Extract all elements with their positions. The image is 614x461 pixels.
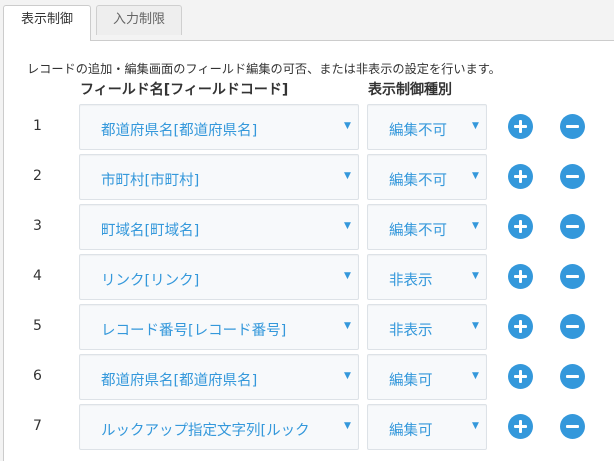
control-type-select[interactable]: 編集可 ▼ xyxy=(367,354,487,400)
add-row-button[interactable] xyxy=(508,264,533,289)
control-type-select[interactable]: 非表示 ▼ xyxy=(367,304,487,350)
row-number: 2 xyxy=(33,168,42,184)
control-type-select[interactable]: 編集不可 ▼ xyxy=(367,204,487,250)
field-select[interactable]: 市町村[市町村] ▼ xyxy=(79,154,359,200)
settings-row: 2 市町村[市町村] ▼ 編集不可 ▼ xyxy=(0,153,614,203)
add-row-button[interactable] xyxy=(508,314,533,339)
field-select[interactable]: リンク[リンク] ▼ xyxy=(79,254,359,300)
add-row-button[interactable] xyxy=(508,364,533,389)
row-number: 1 xyxy=(33,118,42,134)
field-select-value: 市町村[市町村] xyxy=(101,173,200,189)
add-row-button[interactable] xyxy=(508,114,533,139)
tab-bar: 表示制御 入力制限 xyxy=(0,0,614,41)
control-type-select[interactable]: 編集不可 ▼ xyxy=(367,154,487,200)
control-type-value: 非表示 xyxy=(389,273,433,289)
remove-row-button[interactable] xyxy=(560,214,585,239)
caret-down-icon: ▼ xyxy=(344,221,351,231)
field-select[interactable]: ルックアップ指定文字列[ルック ▼ xyxy=(79,404,359,450)
settings-row: 1 都道府県名[都道府県名] ▼ 編集不可 ▼ xyxy=(0,103,614,153)
field-select[interactable]: 都道府県名[都道府県名] ▼ xyxy=(79,104,359,150)
field-select[interactable]: レコード番号[レコード番号] ▼ xyxy=(79,304,359,350)
caret-down-icon: ▼ xyxy=(472,421,479,431)
row-number: 7 xyxy=(33,418,42,434)
field-column-header: フィールド名[フィールドコード] xyxy=(80,82,289,98)
remove-row-button[interactable] xyxy=(560,114,585,139)
caret-down-icon: ▼ xyxy=(472,221,479,231)
control-type-value: 編集可 xyxy=(389,373,433,389)
caret-down-icon: ▼ xyxy=(344,171,351,181)
field-select-value: 都道府県名[都道府県名] xyxy=(101,373,258,389)
caret-down-icon: ▼ xyxy=(344,371,351,381)
field-select-value: リンク[リンク] xyxy=(101,273,200,289)
remove-row-button[interactable] xyxy=(560,414,585,439)
settings-row: 4 リンク[リンク] ▼ 非表示 ▼ xyxy=(0,253,614,303)
remove-row-button[interactable] xyxy=(560,264,585,289)
field-select-value: ルックアップ指定文字列[ルック xyxy=(101,423,310,439)
tab-display-control[interactable]: 表示制御 xyxy=(3,5,91,41)
instruction-text: レコードの追加・編集画面のフィールド編集の可否、または非表示の設定を行います。 xyxy=(27,62,501,76)
control-type-value: 編集不可 xyxy=(389,123,447,139)
field-select[interactable]: 都道府県名[都道府県名] ▼ xyxy=(79,354,359,400)
row-number: 6 xyxy=(33,368,42,384)
control-type-value: 非表示 xyxy=(389,323,433,339)
field-select[interactable]: 町域名[町域名] ▼ xyxy=(79,204,359,250)
row-number: 4 xyxy=(33,268,42,284)
control-type-select[interactable]: 非表示 ▼ xyxy=(367,254,487,300)
settings-row: 5 レコード番号[レコード番号] ▼ 非表示 ▼ xyxy=(0,303,614,353)
field-select-value: 町域名[町域名] xyxy=(101,223,200,239)
control-type-value: 編集不可 xyxy=(389,223,447,239)
caret-down-icon: ▼ xyxy=(472,321,479,331)
control-type-value: 編集不可 xyxy=(389,173,447,189)
caret-down-icon: ▼ xyxy=(344,321,351,331)
remove-row-button[interactable] xyxy=(560,164,585,189)
control-type-value: 編集可 xyxy=(389,423,433,439)
control-type-select[interactable]: 編集不可 ▼ xyxy=(367,104,487,150)
remove-row-button[interactable] xyxy=(560,314,585,339)
caret-down-icon: ▼ xyxy=(344,421,351,431)
caret-down-icon: ▼ xyxy=(472,271,479,281)
caret-down-icon: ▼ xyxy=(344,121,351,131)
add-row-button[interactable] xyxy=(508,214,533,239)
settings-row: 3 町域名[町域名] ▼ 編集不可 ▼ xyxy=(0,203,614,253)
caret-down-icon: ▼ xyxy=(344,271,351,281)
row-number: 3 xyxy=(33,218,42,234)
caret-down-icon: ▼ xyxy=(472,121,479,131)
caret-down-icon: ▼ xyxy=(472,171,479,181)
row-number: 5 xyxy=(33,318,42,334)
remove-row-button[interactable] xyxy=(560,364,585,389)
settings-row: 6 都道府県名[都道府県名] ▼ 編集可 ▼ xyxy=(0,353,614,403)
control-type-select[interactable]: 編集可 ▼ xyxy=(367,404,487,450)
field-select-value: レコード番号[レコード番号] xyxy=(101,323,287,339)
add-row-button[interactable] xyxy=(508,414,533,439)
field-select-value: 都道府県名[都道府県名] xyxy=(101,123,258,139)
control-column-header: 表示制御種別 xyxy=(368,82,452,98)
settings-row: 7 ルックアップ指定文字列[ルック ▼ 編集可 ▼ xyxy=(0,403,614,453)
caret-down-icon: ▼ xyxy=(472,371,479,381)
add-row-button[interactable] xyxy=(508,164,533,189)
tab-input-restriction[interactable]: 入力制限 xyxy=(96,5,182,35)
